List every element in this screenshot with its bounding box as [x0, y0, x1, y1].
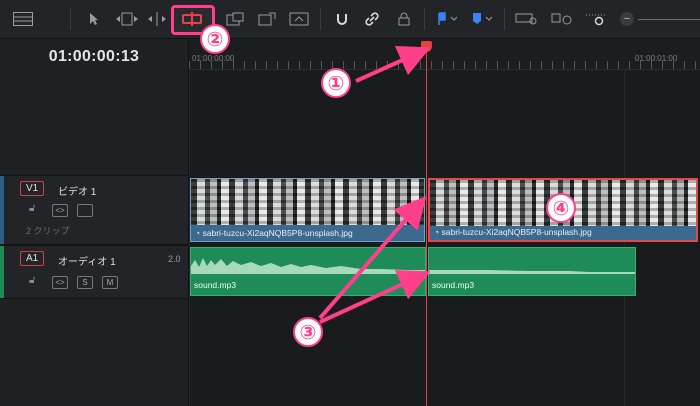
audio-track-color-strip	[0, 246, 4, 298]
annotation-marker-3: ③	[293, 317, 323, 347]
annotation-marker-2: ②	[200, 24, 230, 54]
insert-clip-icon[interactable]	[224, 10, 246, 28]
track-lock-icon[interactable]: 🔓︎	[29, 203, 35, 214]
video-track-badge[interactable]: V1	[20, 181, 45, 196]
toolbar-divider	[424, 8, 425, 30]
audio-track-badge[interactable]: A1	[20, 251, 45, 266]
audio-track-name[interactable]: オーディオ 1	[58, 253, 116, 268]
flag-icon[interactable]	[436, 10, 460, 28]
zoom-custom-icon[interactable]	[584, 10, 610, 28]
timecode-display: 01:00:00:13	[48, 48, 140, 65]
audio-waveform	[429, 270, 635, 274]
video-track-name[interactable]: ビデオ 1	[58, 183, 96, 198]
disable-track-icon[interactable]	[77, 204, 93, 217]
pointer-icon[interactable]	[86, 10, 102, 28]
zoom-slider[interactable]	[638, 19, 700, 20]
replace-clip-icon[interactable]	[288, 10, 310, 28]
mute-button[interactable]: M	[102, 276, 118, 289]
blade-icon[interactable]	[182, 12, 202, 26]
zoom-detail-icon[interactable]	[550, 10, 576, 28]
video-clip-right-label: sabri-tuzcu-Xi2aqNQB5P8-unsplash.jpg	[441, 227, 592, 237]
toolbar-divider	[70, 8, 71, 30]
video-clip-left[interactable]: ◔ sabri-tuzcu-Xi2aqNQB5P8-unsplash.jpg	[190, 178, 425, 242]
snapping-icon[interactable]	[334, 10, 350, 28]
playhead-line[interactable]	[426, 46, 427, 406]
video-clip-right-name: ◔ sabri-tuzcu-Xi2aqNQB5P8-unsplash.jpg	[434, 227, 592, 237]
marker-icon[interactable]	[470, 10, 496, 28]
playhead-handle[interactable]	[421, 41, 432, 52]
auto-select-icon[interactable]: <>	[52, 276, 68, 289]
timeline-toolbar: −	[0, 0, 700, 39]
video-clip-left-name: ◔ sabri-tuzcu-Xi2aqNQB5P8-unsplash.jpg	[195, 228, 353, 238]
audio-clip-left-name: sound.mp3	[194, 280, 237, 290]
linked-selection-icon[interactable]	[364, 10, 380, 28]
ruler-start-label: 01:00:00:00	[192, 54, 235, 63]
zoom-out-icon[interactable]: −	[620, 12, 634, 26]
audio-level: 2.0	[168, 254, 181, 264]
toolbar-divider	[504, 8, 505, 30]
video-clip-left-label: sabri-tuzcu-Xi2aqNQB5P8-unsplash.jpg	[202, 228, 353, 238]
timeline-ruler[interactable]: 01:00:00:00 01:00:01:00	[189, 39, 700, 70]
retime-icon: ◔	[195, 228, 203, 238]
video-track-color-strip	[0, 176, 4, 244]
annotation-marker-1: ①	[321, 68, 351, 98]
overwrite-clip-icon[interactable]	[256, 10, 278, 28]
annotation-marker-4: ④	[546, 193, 576, 223]
track-lock-icon[interactable]: 🔓︎	[29, 275, 35, 286]
trim-edit-icon[interactable]	[114, 10, 140, 28]
ruler-ticks	[189, 61, 700, 69]
dynamic-trim-icon[interactable]	[146, 10, 168, 28]
lock-icon[interactable]	[396, 10, 412, 28]
audio-clip-right[interactable]: sound.mp3	[428, 247, 636, 296]
toolbar-divider	[320, 8, 321, 30]
video-clip-count: 2 クリップ	[26, 226, 70, 236]
video-track-header[interactable]: V1 ビデオ 1 🔓︎ <> 2 クリップ	[0, 175, 188, 245]
audio-clip-right-name: sound.mp3	[432, 280, 475, 290]
clip-thumbnails	[191, 179, 424, 225]
audio-track-header[interactable]: A1 オーディオ 1 2.0 🔓︎ <> S M	[0, 245, 188, 299]
solo-button[interactable]: S	[77, 276, 93, 289]
layout-icon[interactable]	[12, 10, 34, 28]
zoom-full-icon[interactable]	[514, 10, 540, 28]
audio-clip-left[interactable]: sound.mp3	[190, 247, 426, 296]
retime-icon: ◔	[434, 227, 442, 237]
auto-select-icon[interactable]: <>	[52, 204, 68, 217]
audio-waveform	[191, 258, 425, 274]
ruler-end-label: 01:00:01:00	[635, 54, 678, 63]
